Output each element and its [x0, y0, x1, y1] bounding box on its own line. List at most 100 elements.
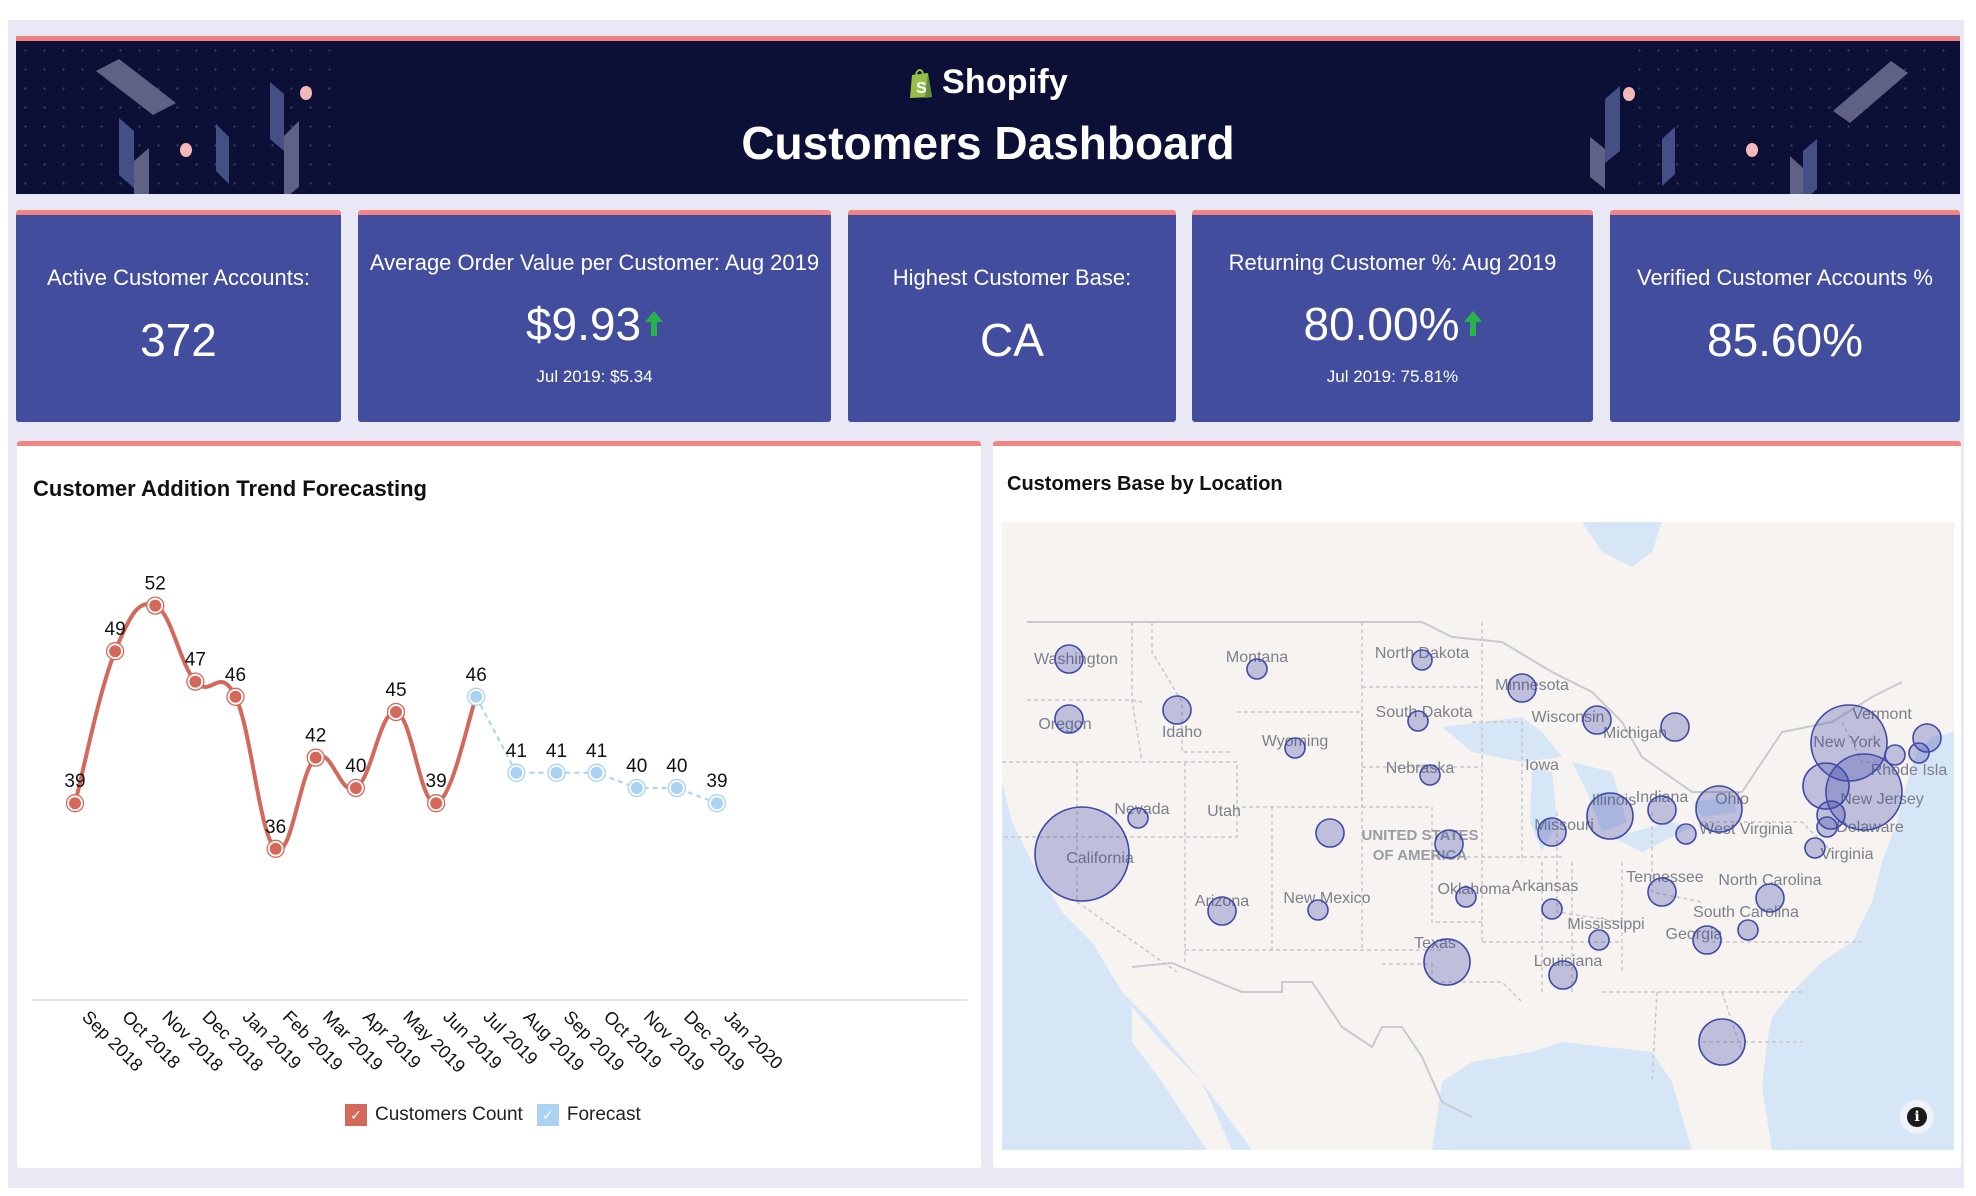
data-label: 40 — [345, 756, 366, 777]
bubble-california[interactable] — [1034, 806, 1130, 902]
state-label: Michigan — [1603, 725, 1667, 742]
kpi-comparison: Jul 2019: $5.34 — [536, 367, 653, 386]
state-label: Virginia — [1820, 846, 1873, 863]
info-button[interactable]: i — [1900, 1100, 1934, 1134]
info-icon: i — [1907, 1107, 1927, 1127]
kpi-value-text: CA — [980, 314, 1044, 366]
bubble-kansas[interactable] — [1434, 829, 1464, 859]
page-title: Customers Dashboard — [741, 117, 1235, 169]
data-label: 45 — [385, 680, 406, 701]
map-panel-title: Customers Base by Location — [1007, 473, 1283, 495]
data-point — [508, 764, 525, 781]
kpi-value: CA — [848, 313, 1176, 367]
data-label: 46 — [225, 665, 246, 686]
data-point — [307, 749, 324, 766]
data-label: 40 — [626, 756, 647, 777]
data-label: 36 — [265, 817, 286, 838]
brand-name: Shopify — [941, 63, 1069, 101]
bubble-nevada[interactable] — [1127, 807, 1149, 829]
kpi-value-text: 372 — [140, 314, 217, 366]
state-label: Idaho — [1162, 724, 1202, 741]
brand: S Shopify — [16, 63, 1960, 102]
trend-up-icon — [1463, 311, 1482, 337]
bubble-idaho[interactable] — [1162, 695, 1192, 725]
bubble-wyoming[interactable] — [1284, 737, 1306, 759]
data-point — [588, 764, 605, 781]
bubble-florida[interactable] — [1698, 1018, 1746, 1066]
data-label: 49 — [105, 619, 126, 640]
legend-label: Customers Count — [375, 1104, 523, 1125]
data-point — [107, 643, 124, 660]
bubble-arizona[interactable] — [1207, 896, 1237, 926]
kpi-label: Verified Customer Accounts % — [1637, 265, 1933, 290]
bubble-new-mexico[interactable] — [1307, 899, 1329, 921]
bubble-kentucky[interactable] — [1675, 823, 1697, 845]
legend-checkbox-icon: ✓ — [536, 1104, 559, 1126]
trend-up-icon — [645, 311, 664, 337]
bubble-louisiana[interactable] — [1548, 960, 1578, 990]
kpi-value-text: 80.00% — [1303, 298, 1460, 350]
bubble-missouri[interactable] — [1537, 817, 1567, 847]
bubble-wisconsin[interactable] — [1582, 705, 1612, 735]
kpi-highest-customer-base[interactable]: Highest Customer Base: CA — [848, 210, 1176, 422]
bubble-north-dakota[interactable] — [1411, 649, 1433, 671]
legend-item-customers-count[interactable]: ✓ Customers Count — [345, 1104, 523, 1126]
data-label: 40 — [666, 756, 687, 777]
chart-legend: ✓ Customers Count ✓ Forecast — [345, 1104, 641, 1126]
legend-item-forecast[interactable]: ✓ Forecast — [536, 1104, 641, 1126]
shopify-bag-icon: S — [909, 68, 932, 98]
kpi-returning-customer-percent[interactable]: Returning Customer %: Aug 2019 80.00% Ju… — [1192, 210, 1593, 422]
legend-checkbox-icon: ✓ — [345, 1104, 367, 1126]
bubble-north-carolina[interactable] — [1755, 883, 1785, 913]
bubble-nebraska[interactable] — [1419, 764, 1441, 786]
data-point — [388, 704, 404, 720]
bubble-delaware[interactable] — [1816, 816, 1838, 838]
series-line-customers-count — [73, 602, 479, 852]
state-label: South Carolina — [1693, 904, 1799, 921]
legend-label: Forecast — [566, 1104, 641, 1125]
bubble-tennessee[interactable] — [1647, 877, 1677, 907]
location-map[interactable]: Washington Montana North Dakota Minnesota Or… — [1002, 522, 1954, 1150]
bubble-illinois[interactable] — [1586, 792, 1634, 840]
data-point — [628, 780, 645, 796]
bubble-texas[interactable] — [1423, 938, 1471, 986]
bubble-oklahoma[interactable] — [1455, 886, 1477, 908]
kpi-label: Average Order Value per Customer: Aug 20… — [369, 250, 820, 275]
data-point — [147, 597, 164, 614]
bubble-mississippi[interactable] — [1588, 929, 1610, 951]
bubble-ohio[interactable] — [1695, 785, 1743, 833]
trend-chart: 394952474636424045394641 41 4140 4039Sep 20… — [32, 574, 967, 1077]
bubble-minnesota[interactable] — [1507, 673, 1537, 703]
data-label: 42 — [305, 726, 326, 747]
bubble-virginia[interactable] — [1804, 837, 1826, 859]
data-point — [67, 795, 83, 812]
data-label: 39 — [426, 771, 447, 792]
bubble-arkansas[interactable] — [1541, 898, 1563, 920]
data-label: 39 — [706, 771, 727, 792]
bubble-south-carolina[interactable] — [1737, 919, 1759, 941]
bubble-michigan[interactable] — [1660, 712, 1690, 742]
bubble-washington[interactable] — [1054, 644, 1084, 674]
kpi-label: Active Customer Accounts: — [47, 265, 310, 290]
data-label: 39 — [64, 771, 85, 792]
kpi-average-order-value[interactable]: Average Order Value per Customer: Aug 20… — [358, 210, 831, 422]
data-point — [548, 764, 565, 781]
bubble-montana[interactable] — [1246, 658, 1268, 680]
bubble-indiana[interactable] — [1647, 795, 1677, 825]
state-label: Arkansas — [1512, 878, 1579, 895]
bubble-georgia[interactable] — [1692, 925, 1722, 955]
bubble-south-dakota[interactable] — [1407, 710, 1429, 732]
data-label: 46 — [466, 665, 487, 686]
bubble-rhode-island[interactable] — [1908, 742, 1930, 764]
data-point — [347, 780, 364, 796]
trend-panel-title: Customer Addition Trend Forecasting — [33, 476, 427, 501]
bubble-colorado[interactable] — [1315, 818, 1345, 848]
bubble-oregon[interactable] — [1054, 704, 1084, 734]
kpi-value: 85.60% — [1610, 313, 1960, 367]
kpi-label: Returning Customer %: Aug 2019 — [1228, 250, 1557, 275]
state-label: Mississippi — [1567, 916, 1644, 933]
kpi-active-customer-accounts[interactable]: Active Customer Accounts: 372 — [16, 210, 341, 422]
state-label: Iowa — [1525, 757, 1559, 774]
kpi-verified-customer-accounts[interactable]: Verified Customer Accounts % 85.60% — [1610, 210, 1960, 422]
state-label: Utah — [1207, 803, 1241, 820]
